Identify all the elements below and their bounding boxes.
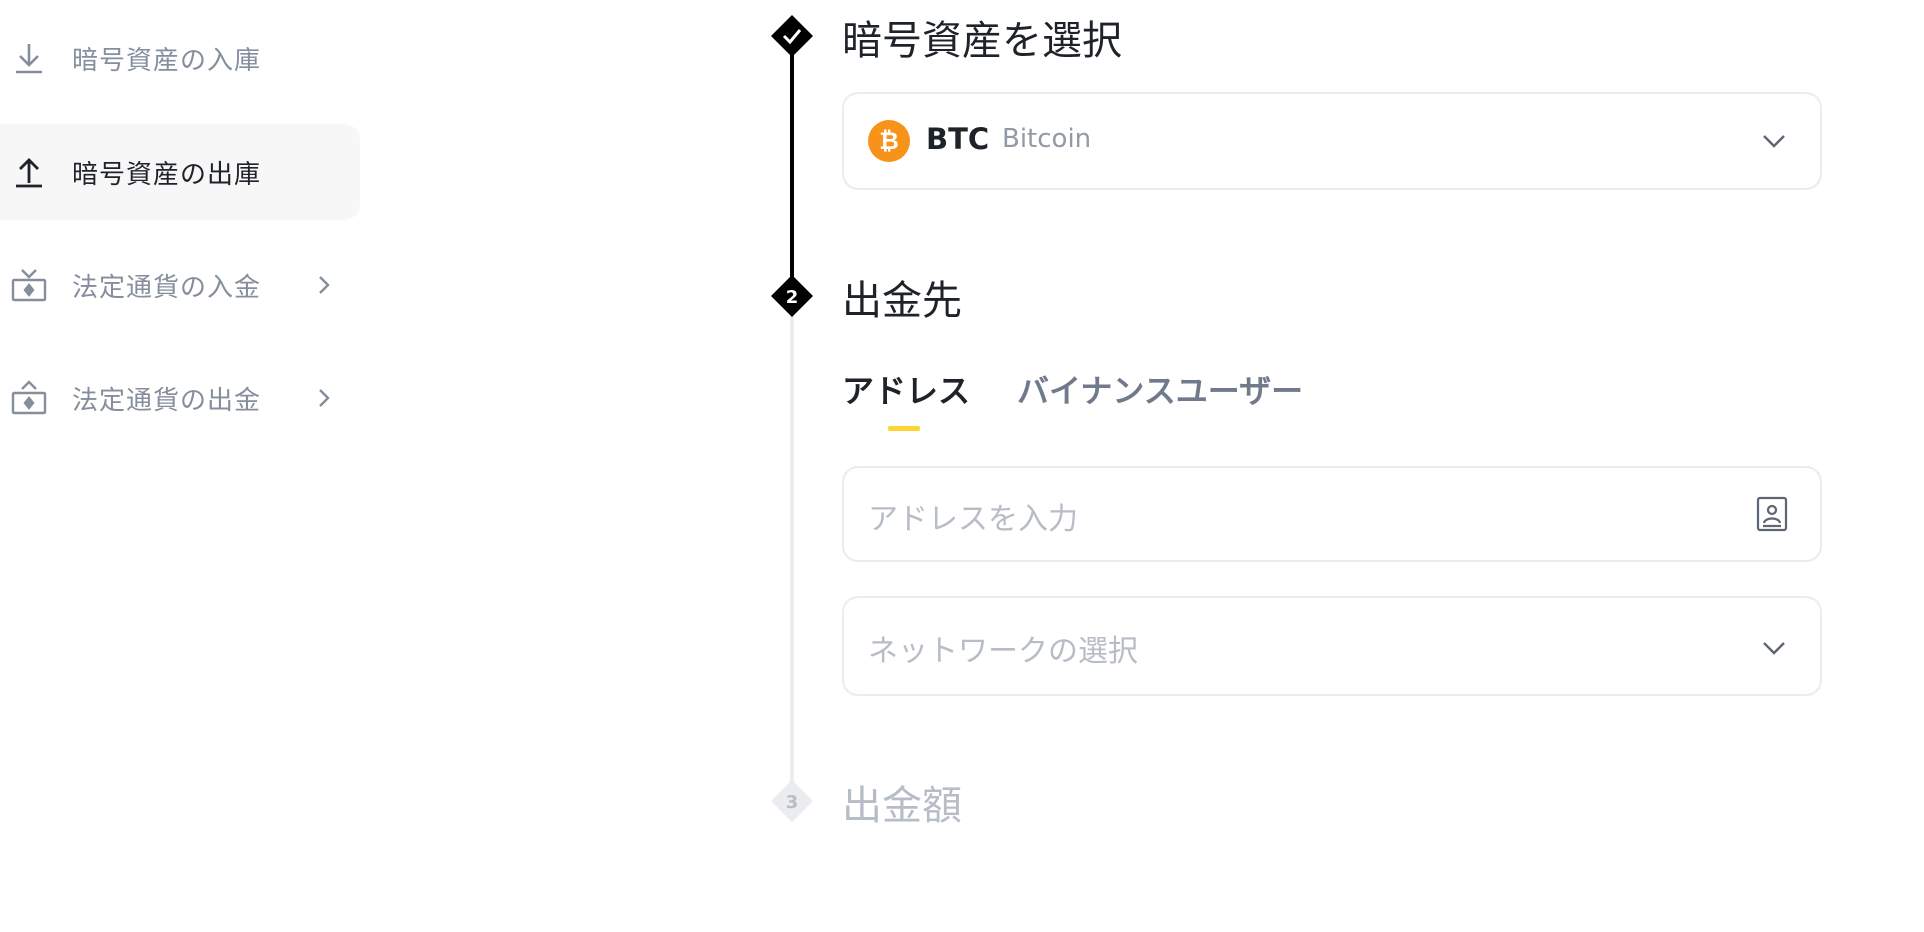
tab-binance-user[interactable]: バイナンスユーザー xyxy=(1017,366,1303,412)
chevron-down-icon xyxy=(1763,642,1785,655)
step-connector-pending xyxy=(790,300,794,800)
svg-text:2: 2 xyxy=(786,287,799,308)
coin-name: Bitcoin xyxy=(1002,124,1092,154)
tab-address[interactable]: アドレス xyxy=(842,366,970,412)
step-title-amount: 出金額 xyxy=(842,783,962,829)
download-icon xyxy=(16,44,42,74)
step-number-marker: 3 xyxy=(771,780,813,822)
fiat-withdraw-icon xyxy=(11,380,47,415)
address-book-icon[interactable] xyxy=(1754,496,1790,532)
sidebar: 暗号資産の入庫 暗号資産の出庫 法定通貨の入金 法定通貨の出金 xyxy=(0,0,370,932)
chevron-right-icon xyxy=(319,389,330,407)
fiat-deposit-icon xyxy=(11,269,47,302)
coin-symbol: BTC xyxy=(926,122,990,156)
bitcoin-icon: ₿ xyxy=(868,120,910,162)
sidebar-item-label: 暗号資産の出庫 xyxy=(72,159,262,190)
svg-text:3: 3 xyxy=(786,792,799,813)
step-complete-check-icon xyxy=(771,15,813,57)
chevron-down-icon xyxy=(1763,135,1785,148)
svg-text:₿: ₿ xyxy=(879,127,899,155)
sidebar-item-label: 法定通貨の出金 xyxy=(72,385,262,416)
sidebar-item-label: 法定通貨の入金 xyxy=(72,272,262,303)
network-select-dropdown[interactable]: ネットワークの選択 xyxy=(842,596,1822,696)
chevron-right-icon xyxy=(319,276,330,294)
address-input[interactable]: アドレスを入力 xyxy=(842,466,1822,562)
network-select-placeholder: ネットワークの選択 xyxy=(868,634,1138,669)
address-input-placeholder: アドレスを入力 xyxy=(868,502,1078,537)
step-title-destination: 出金先 xyxy=(842,278,962,324)
step-number-marker: 2 xyxy=(771,275,813,317)
sidebar-item-crypto-withdraw[interactable]: 暗号資産の出庫 xyxy=(0,124,360,220)
step-connector-complete xyxy=(790,36,794,296)
active-tab-indicator xyxy=(888,426,920,431)
sidebar-item-fiat-withdraw[interactable]: 法定通貨の出金 xyxy=(0,350,360,446)
sidebar-item-crypto-deposit[interactable]: 暗号資産の入庫 xyxy=(0,10,360,106)
sidebar-item-label: 暗号資産の入庫 xyxy=(72,45,262,76)
upload-icon xyxy=(16,158,42,188)
step-title-select-crypto: 暗号資産を選択 xyxy=(842,18,1122,64)
sidebar-item-fiat-deposit[interactable]: 法定通貨の入金 xyxy=(0,237,360,333)
coin-select-dropdown[interactable]: ₿ BTC Bitcoin xyxy=(842,92,1822,190)
